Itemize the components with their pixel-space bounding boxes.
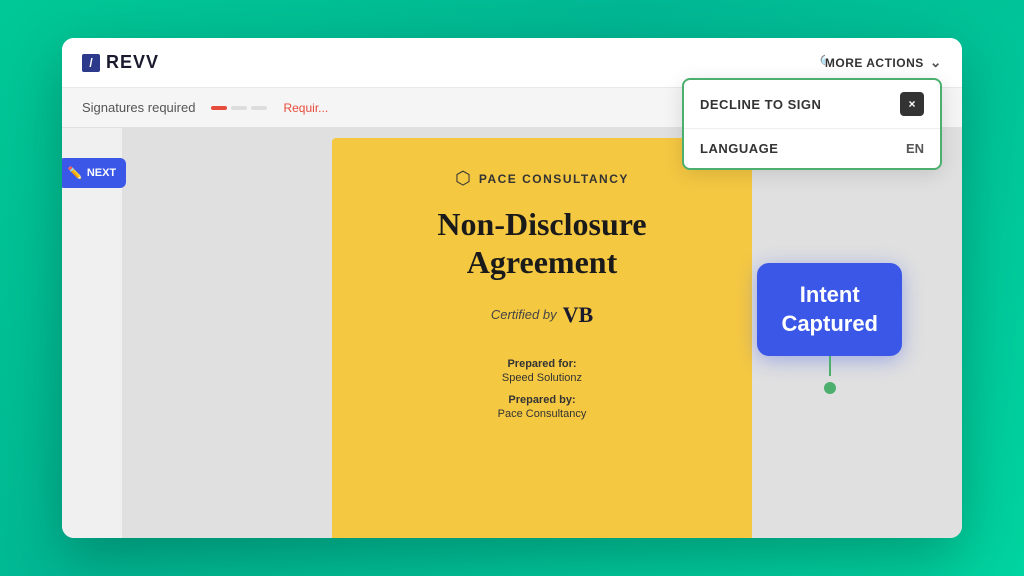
connector-line [829,356,831,376]
pentagon-icon: ⬡ [455,168,471,189]
next-label: NEXT [87,167,116,179]
certified-area: Certified by VB [491,302,593,328]
dropdown-menu: DECLINE TO SIGN × LANGUAGE EN [682,78,942,170]
document-page: ⬡ PACE CONSULTANCY Non-Disclosure Agreem… [332,138,752,538]
next-button[interactable]: ✏️ NEXT [62,158,126,188]
main-content: ✏️ NEXT ⬡ PACE CONSULTANCY Non-Disclosur… [62,128,962,538]
sig-dot-2 [231,106,247,110]
certified-text: Certified by [491,307,557,322]
document-title: Non-Disclosure Agreement [437,205,646,282]
close-icon: × [908,97,915,111]
left-sidebar: ✏️ NEXT [62,128,122,538]
signature-dots [211,106,267,110]
intent-line1: Intent [800,282,860,307]
logo-text: REVV [106,52,159,73]
intent-captured-box: Intent Captured [757,263,902,356]
sig-dot-1 [211,106,227,110]
title-line2: Agreement [467,244,617,280]
top-bar: REVV 🔍 100% 🔍 MORE ACTIONS ⌄ DECLINE TO … [62,38,962,88]
prepared-for-label: Prepared for: [498,358,587,370]
intent-dot [824,382,836,394]
close-button[interactable]: × [900,92,924,116]
chevron-down-icon: ⌄ [930,54,942,71]
language-label: LANGUAGE [700,141,778,156]
language-value: EN [906,141,924,156]
prepared-by-value: Pace Consultancy [498,408,587,420]
sig-dot-3 [251,106,267,110]
company-logo-area: ⬡ PACE CONSULTANCY [455,168,629,189]
prepared-for-value: Speed Solutionz [498,372,587,384]
required-badge: Requir... [283,101,328,115]
logo-area: REVV [82,52,159,73]
more-actions-label: MORE ACTIONS [825,56,924,70]
vb-logo: VB [563,302,594,328]
pencil-icon: ✏️ [68,166,83,180]
intent-line2: Captured [781,311,878,336]
prepared-section: Prepared for: Speed Solutionz Prepared b… [498,358,587,420]
title-line1: Non-Disclosure [437,206,646,242]
signatures-label: Signatures required [82,100,195,115]
browser-window: REVV 🔍 100% 🔍 MORE ACTIONS ⌄ DECLINE TO … [62,38,962,538]
decline-row: DECLINE TO SIGN × [684,80,940,129]
prepared-by-label: Prepared by: [498,394,587,406]
language-row: LANGUAGE EN [684,129,940,168]
decline-to-sign-label: DECLINE TO SIGN [700,97,821,112]
company-name: PACE CONSULTANCY [479,172,629,186]
intent-tooltip: Intent Captured [757,263,902,394]
more-actions-button[interactable]: MORE ACTIONS ⌄ [825,48,942,77]
more-actions-area: MORE ACTIONS ⌄ DECLINE TO SIGN × LANGUAG… [825,48,942,77]
revv-slash-icon [82,54,100,72]
